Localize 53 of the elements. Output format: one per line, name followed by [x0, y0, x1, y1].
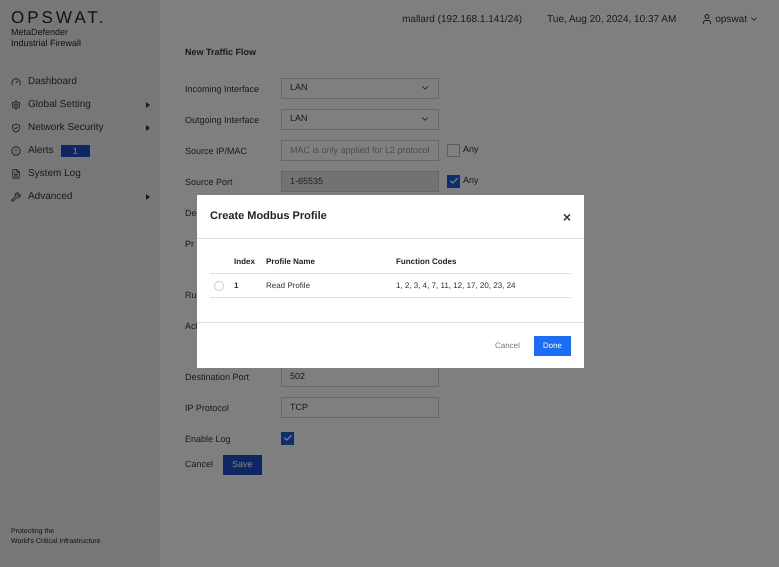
- sidebar-item[interactable]: Alerts 1: [11, 142, 150, 159]
- user-menu[interactable]: opswat: [701, 12, 759, 26]
- sidebar-item[interactable]: Advanced: [11, 188, 150, 205]
- wrench-icon: [11, 192, 21, 202]
- cancel-button[interactable]: Cancel: [185, 458, 214, 472]
- field-label: De: [185, 208, 197, 218]
- field-label: Destination Port: [185, 372, 250, 382]
- form-title: New Traffic Flow: [185, 46, 258, 59]
- document-icon: [11, 168, 21, 178]
- field-label: Source Port: [185, 177, 233, 187]
- field-label: Enable Log: [185, 434, 231, 444]
- product-name: MetaDefender: [11, 27, 70, 38]
- modal-title: Create Modbus Profile: [210, 209, 327, 224]
- column-header: Function Codes: [396, 256, 456, 268]
- checkbox[interactable]: [447, 174, 460, 188]
- column-header: Profile Name: [266, 256, 316, 268]
- field-label: Incoming Interface: [185, 84, 260, 94]
- select-field[interactable]: LAN: [281, 78, 439, 98]
- field-label: Pr: [185, 238, 194, 248]
- table-cell-text: Read Profile: [266, 280, 312, 292]
- radio-button[interactable]: [214, 280, 224, 290]
- field-label: Ru: [185, 290, 197, 300]
- sidebar-item[interactable]: System Log: [11, 165, 150, 182]
- checkbox[interactable]: [281, 432, 294, 444]
- save-button[interactable]: Save: [223, 454, 262, 474]
- logo: OPSWAT.: [11, 9, 108, 27]
- sidebar-item[interactable]: Network Security: [11, 119, 150, 136]
- close-button[interactable]: ×: [562, 210, 571, 224]
- done-button[interactable]: Done: [534, 336, 571, 356]
- alert-icon: [11, 146, 21, 156]
- field-label: IP Protocol: [185, 403, 229, 413]
- shield-icon: [11, 122, 21, 132]
- table-cell: 1, 2, 3, 4, 7, 11, 12, 17, 20, 23, 24: [396, 280, 516, 292]
- field-label: Outgoing Interface: [185, 115, 260, 125]
- field-label: Source IP/MAC: [185, 146, 248, 156]
- select-field[interactable]: LAN: [281, 108, 439, 130]
- input-field[interactable]: TCP: [281, 396, 439, 418]
- user-icon: [701, 13, 714, 25]
- product-name: Industrial Firewall: [11, 38, 82, 49]
- count-badge: 1: [60, 144, 90, 156]
- cancel-button[interactable]: Cancel: [494, 340, 521, 352]
- any-label: Any: [463, 174, 479, 188]
- checkbox[interactable]: [447, 144, 460, 156]
- gear-icon: [11, 100, 21, 110]
- sidebar-item[interactable]: Dashboard: [11, 73, 150, 90]
- date-time: Tue, Aug 20, 2024, 10:37 AM: [547, 12, 676, 26]
- host-info: mallard (192.168.1.141/24): [402, 12, 522, 26]
- column-header: Index: [234, 256, 256, 268]
- field-label: Act: [185, 320, 198, 330]
- table-cell-text: 1: [234, 280, 240, 292]
- any-label: Any: [463, 143, 479, 156]
- gauge-icon: [11, 76, 21, 86]
- sidebar-item[interactable]: Global Setting: [11, 96, 150, 113]
